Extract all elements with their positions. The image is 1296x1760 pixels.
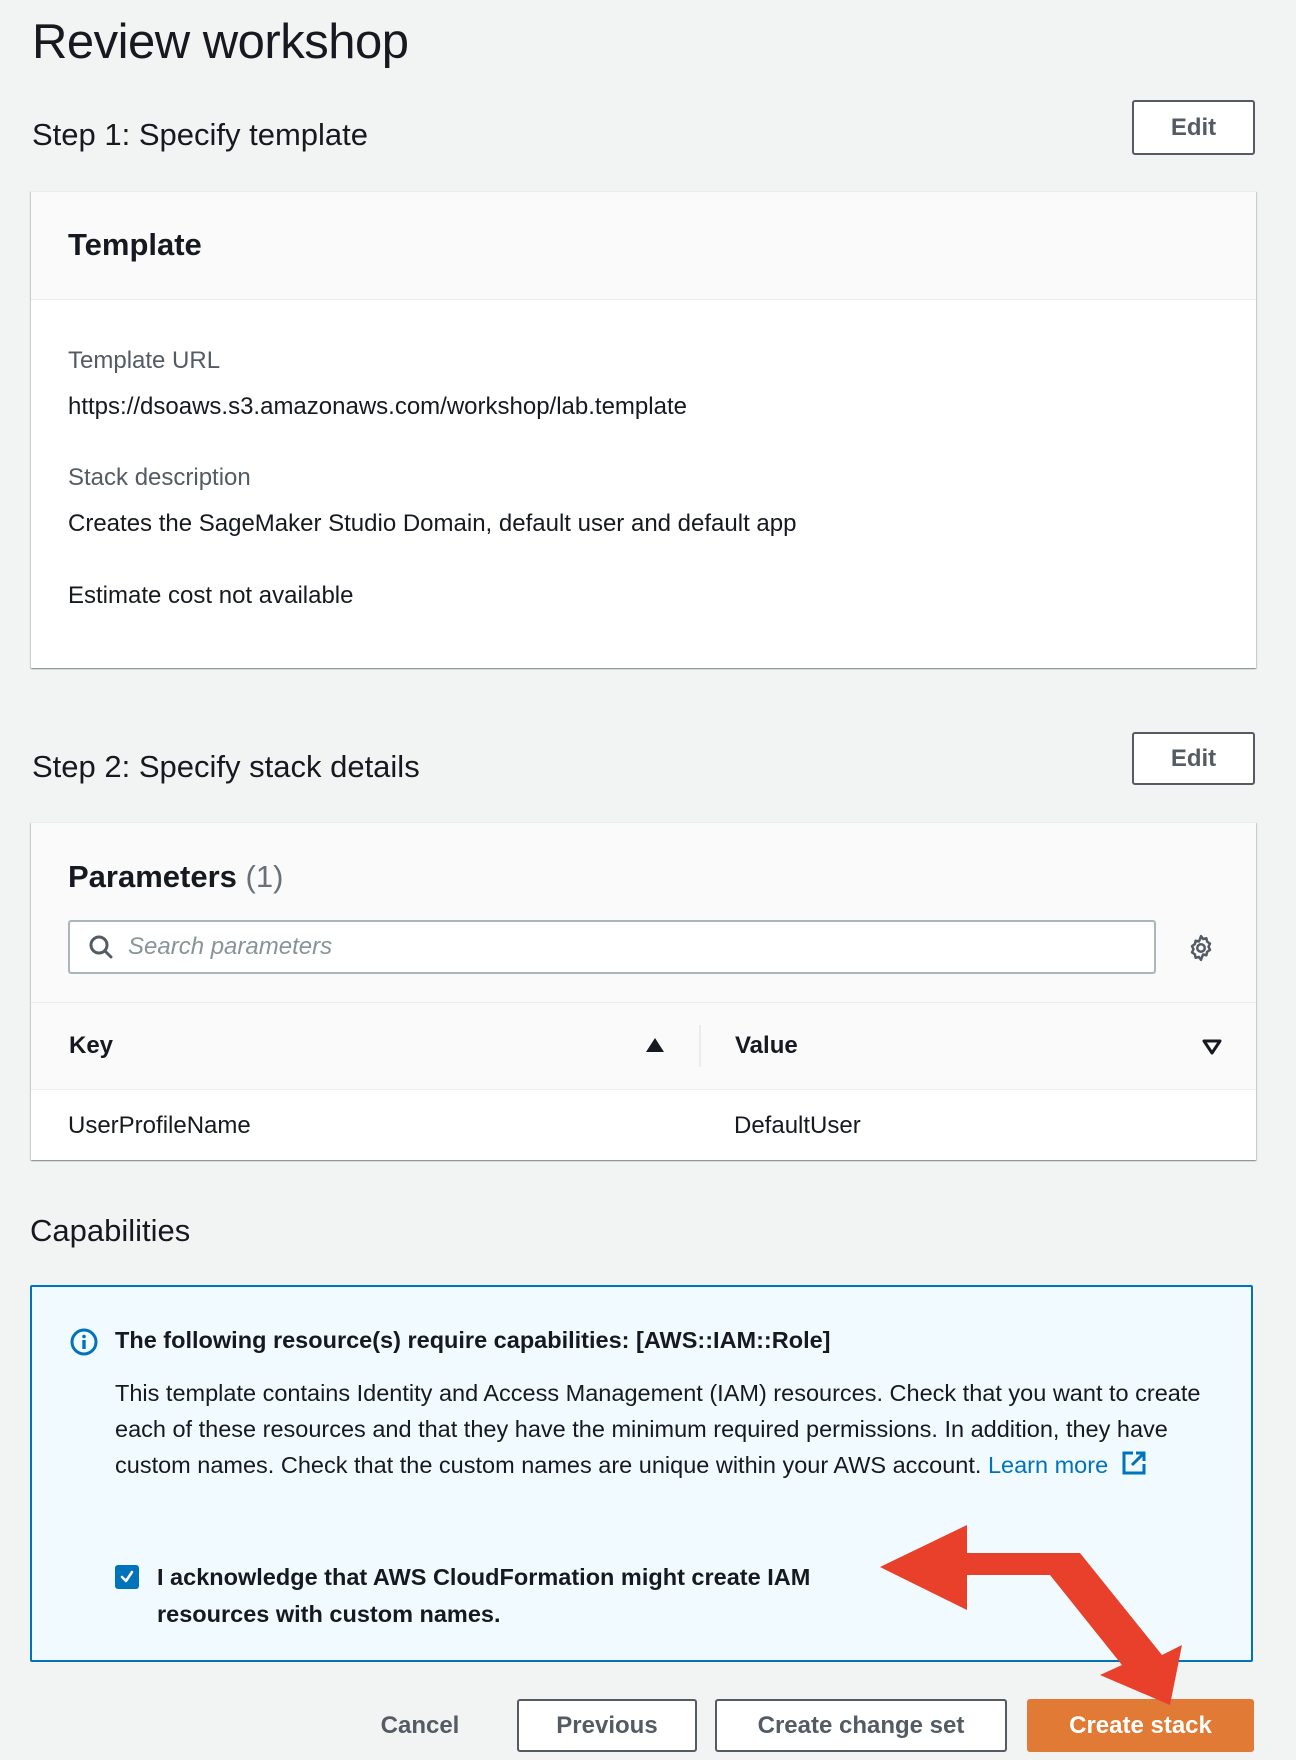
row-value: DefaultUser <box>734 1112 861 1139</box>
row-key: UserProfileName <box>68 1112 251 1139</box>
table-header-row: Key Value <box>31 1003 1256 1090</box>
template-url-value: https://dsoaws.s3.amazonaws.com/workshop… <box>68 393 687 420</box>
annotation-arrows <box>880 1525 1182 1705</box>
column-header-key[interactable]: Key <box>69 1032 113 1060</box>
acknowledge-label[interactable]: I acknowledge that AWS CloudFormation mi… <box>157 1559 877 1633</box>
parameters-title: Parameters <box>68 859 237 894</box>
checkmark-icon <box>120 1570 134 1583</box>
capabilities-heading: Capabilities <box>30 1213 191 1248</box>
template-card-header: Template <box>31 192 1256 300</box>
info-title: The following resource(s) require capabi… <box>115 1327 831 1353</box>
estimate-cost: Estimate cost not available <box>68 582 354 609</box>
stack-description-value: Creates the SageMaker Studio Domain, def… <box>68 510 797 537</box>
step2-edit-button[interactable]: Edit <box>1132 732 1255 785</box>
column-divider[interactable] <box>699 1025 701 1067</box>
search-placeholder: Search parameters <box>128 933 333 960</box>
step1-heading: Step 1: Specify template <box>32 117 369 152</box>
sort-descending-icon[interactable] <box>1202 1039 1222 1060</box>
info-icon <box>70 1328 98 1361</box>
parameters-count: (1) <box>245 859 284 894</box>
stack-description-label: Stack description <box>68 464 251 491</box>
external-link-icon <box>1121 1450 1147 1486</box>
template-card: Template Template URL https://dsoaws.s3.… <box>31 191 1256 668</box>
template-card-title: Template <box>68 227 202 262</box>
parameters-card: Parameters (1) Search parameters Key Val… <box>31 822 1256 1160</box>
column-header-value[interactable]: Value <box>735 1032 798 1060</box>
create-stack-button[interactable]: Create stack <box>1027 1699 1254 1752</box>
previous-button[interactable]: Previous <box>517 1699 697 1752</box>
page-title: Review workshop <box>32 15 409 69</box>
parameters-title-wrap: Parameters (1) <box>68 859 283 895</box>
left-arrow-icon <box>880 1525 1182 1705</box>
learn-more-label: Learn more <box>987 1452 1109 1478</box>
template-url-label: Template URL <box>68 347 221 374</box>
table-row: UserProfileName DefaultUser <box>31 1090 1256 1160</box>
parameters-card-header: Parameters (1) Search parameters <box>31 823 1256 1003</box>
create-change-set-button[interactable]: Create change set <box>715 1699 1007 1752</box>
search-icon <box>88 934 114 960</box>
step2-heading: Step 2: Specify stack details <box>32 749 420 784</box>
sort-ascending-icon[interactable] <box>645 1037 665 1058</box>
gear-icon[interactable] <box>1186 933 1216 968</box>
cancel-button[interactable]: Cancel <box>370 1700 470 1752</box>
step1-edit-button[interactable]: Edit <box>1132 100 1255 155</box>
learn-more-link[interactable]: Learn more <box>987 1451 1147 1478</box>
search-parameters-input[interactable]: Search parameters <box>68 920 1156 974</box>
info-body: This template contains Identity and Acce… <box>115 1375 1225 1486</box>
acknowledge-checkbox[interactable] <box>115 1565 139 1589</box>
